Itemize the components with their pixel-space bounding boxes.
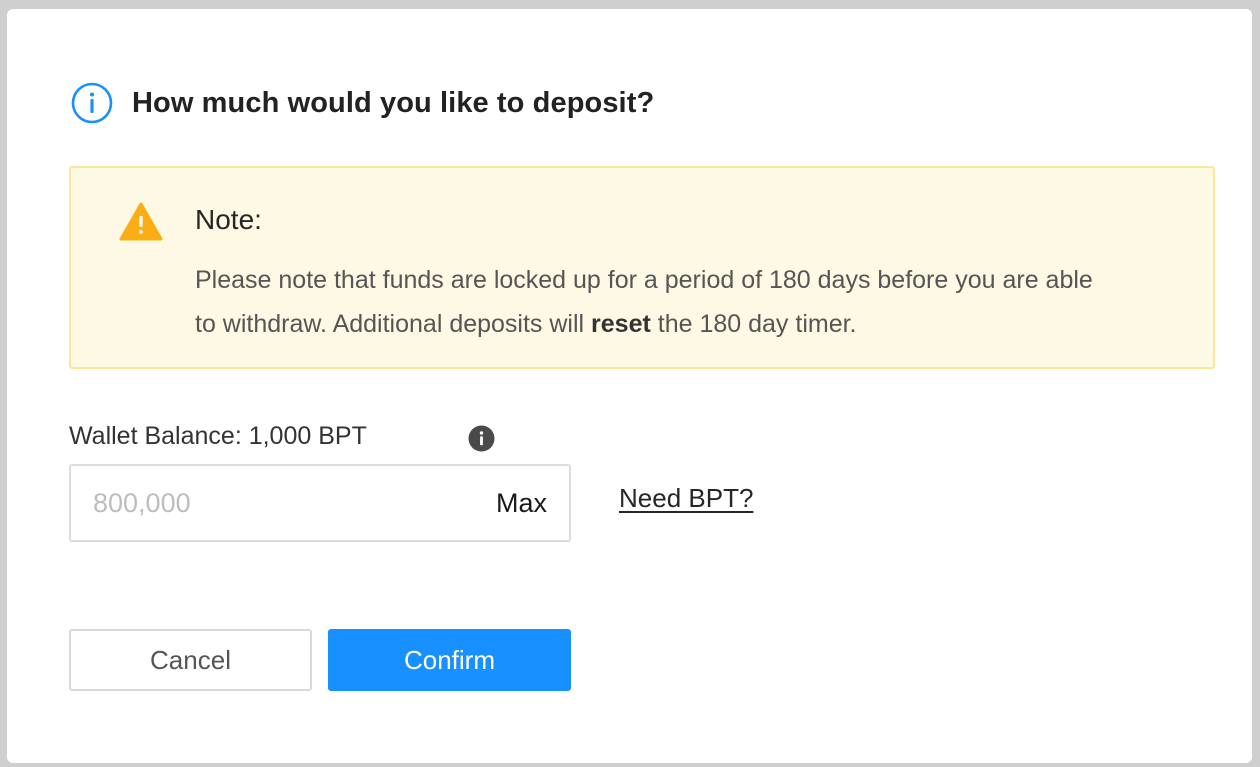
deposit-dialog: How much would you like to deposit? Note… [7, 9, 1252, 763]
info-filled-icon[interactable] [468, 425, 495, 452]
info-circle-icon [71, 82, 113, 124]
confirm-button[interactable]: Confirm [328, 629, 571, 691]
dialog-header: How much would you like to deposit? [71, 79, 654, 127]
cancel-button[interactable]: Cancel [69, 629, 312, 691]
wallet-balance-label: Wallet Balance: 1,000 BPT [69, 422, 367, 450]
note-message-emphasis: reset [591, 310, 651, 338]
max-button[interactable]: Max [496, 466, 547, 540]
deposit-amount-input[interactable] [93, 466, 453, 540]
note-message: Please note that funds are locked up for… [195, 258, 1095, 346]
deposit-amount-field: Max [69, 464, 571, 542]
need-bpt-link[interactable]: Need BPT? [619, 483, 753, 514]
note-alert: Note: Please note that funds are locked … [69, 166, 1215, 369]
warning-triangle-icon [119, 202, 163, 242]
dialog-title: How much would you like to deposit? [132, 86, 655, 119]
note-title: Note: [195, 204, 262, 235]
note-message-end: the 180 day timer. [650, 310, 857, 338]
